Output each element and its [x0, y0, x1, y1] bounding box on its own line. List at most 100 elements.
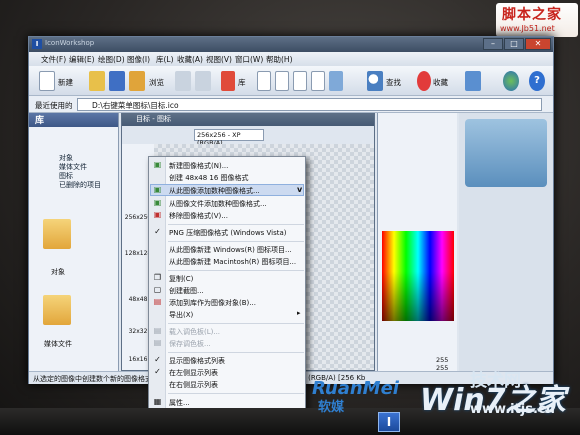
- menu-favorites[interactable]: 收藏(A): [177, 54, 203, 65]
- menu-image[interactable]: 图像(I): [127, 54, 150, 65]
- menu-item-png-compress[interactable]: PNG 压缩图像格式 (Windows Vista): [169, 228, 287, 238]
- context-menu: ▣ 新建图像格式(N)... 创建 48x48 16 图像格式 ▣ 从此图像添加…: [148, 156, 306, 412]
- menu-item-list-left[interactable]: 在左侧显示列表: [169, 368, 218, 378]
- watermark-jb51-url: www.Jb51.net: [500, 24, 555, 33]
- menu-edit[interactable]: 编辑(E): [69, 54, 95, 65]
- library-item-media[interactable]: 媒体文件: [44, 339, 72, 349]
- search-icon[interactable]: [367, 71, 383, 91]
- file-format-icon: ▣: [153, 198, 162, 207]
- library-label[interactable]: 库: [238, 77, 246, 88]
- separator: [168, 241, 304, 242]
- watermark-jb51-title: 脚本之家: [502, 7, 562, 23]
- properties-icon[interactable]: [329, 71, 343, 91]
- menu-library[interactable]: 库(L): [156, 54, 174, 65]
- monitor-icon[interactable]: [465, 71, 481, 91]
- delete-icon[interactable]: [311, 71, 325, 91]
- menu-item-create-48[interactable]: 创建 48x48 16 图像格式: [169, 173, 249, 183]
- menu-item-save-palette: 保存调色板...: [169, 340, 211, 348]
- save-icon[interactable]: [109, 71, 125, 91]
- document-title[interactable]: 目标 - 图标: [122, 114, 374, 126]
- menu-item-load-palette: 载入调色板(L)...: [169, 328, 221, 336]
- add-format-icon: ▣: [153, 160, 162, 169]
- folder-media-icon[interactable]: [43, 295, 71, 325]
- new-icon[interactable]: [39, 71, 55, 91]
- menu-item-new-mac-icon[interactable]: 从此图像新建 Macintosh(R) 图标项目...: [169, 257, 296, 267]
- close-button[interactable]: ✕: [525, 38, 551, 50]
- title-bar[interactable]: I IconWorkshop – □ ✕: [29, 37, 553, 52]
- open-icon[interactable]: [89, 71, 105, 91]
- document-toolbar: 256x256 - XP (RGB/A): [122, 126, 374, 147]
- separator: [168, 352, 304, 353]
- menu-view[interactable]: 视图(V): [206, 54, 232, 65]
- app-icon: I: [32, 39, 42, 49]
- minimize-button[interactable]: –: [483, 38, 503, 50]
- tree-item-deleted[interactable]: 已删除的项目: [59, 180, 101, 190]
- color-picker[interactable]: [382, 231, 454, 321]
- library-item-objects[interactable]: 对象: [51, 267, 65, 277]
- menu-item-show-format-list[interactable]: 显示图像格式列表: [169, 356, 225, 366]
- format-select[interactable]: 256x256 - XP (RGB/A): [194, 129, 264, 147]
- toolbar: 新建 浏览 库 查找 收藏 ?: [29, 66, 553, 96]
- menu-item-export[interactable]: 导出(X): [169, 310, 193, 320]
- menu-draw[interactable]: 绘图(D): [98, 54, 125, 65]
- left-list-check-icon: ✓: [154, 367, 161, 376]
- tools-palette: 255 255: [377, 113, 457, 372]
- watermark-ruanmei-cn: 软媒: [318, 400, 345, 415]
- path-field[interactable]: D:\右键菜单图标\目标.ico: [77, 98, 542, 111]
- menu-item-new-format[interactable]: 新建图像格式(N)...: [169, 161, 228, 171]
- multi-format-icon: ▣: [153, 185, 162, 194]
- separator: [168, 270, 304, 271]
- check-mark-icon: v: [297, 185, 303, 194]
- window-title: IconWorkshop: [45, 39, 95, 47]
- properties-icon: ▦: [153, 397, 162, 406]
- separator: [168, 323, 304, 324]
- menu-item-add-from-image[interactable]: 从此图像添加数种图像格式...: [169, 186, 260, 196]
- heart-icon[interactable]: [417, 71, 431, 91]
- cut-icon[interactable]: [257, 71, 271, 91]
- separator: [168, 393, 304, 394]
- iconworkshop-taskbar-icon[interactable]: I: [378, 412, 400, 432]
- menu-item-remove-format[interactable]: 移除图像格式(V)...: [169, 211, 228, 221]
- menu-item-list-right[interactable]: 在右侧显示列表: [169, 380, 218, 390]
- copy-icon: ❐: [153, 273, 162, 282]
- redo-icon[interactable]: [195, 71, 211, 91]
- menu-item-screenshot[interactable]: 创建截图...: [169, 286, 204, 296]
- menu-item-new-windows-icon[interactable]: 从此图像新建 Windows(R) 图标项目...: [169, 245, 292, 255]
- separator: [168, 224, 304, 225]
- menu-item-add-to-library[interactable]: 添加到库作为图像对象(B)...: [169, 298, 256, 308]
- menu-item-copy[interactable]: 复制(C): [169, 274, 193, 284]
- menu-file[interactable]: 文件(F): [41, 54, 66, 65]
- preview-panel: [459, 113, 553, 371]
- paste-icon[interactable]: [293, 71, 307, 91]
- library-icon[interactable]: [221, 71, 235, 91]
- undo-icon[interactable]: [175, 71, 191, 91]
- help-icon[interactable]: ?: [529, 71, 545, 91]
- save-palette-icon: ▤: [153, 338, 162, 347]
- copy-icon[interactable]: [275, 71, 289, 91]
- maximize-button[interactable]: □: [504, 38, 524, 50]
- recent-label: 最近使用的: [35, 101, 73, 110]
- watermark-itjs-url: www.itjs.cn: [470, 402, 555, 417]
- load-palette-icon: ▤: [153, 326, 162, 335]
- new-label[interactable]: 新建: [58, 77, 73, 88]
- menu-item-add-from-file[interactable]: 从图像文件添加数种图像格式...: [169, 199, 267, 209]
- folder-icon[interactable]: [129, 71, 145, 91]
- browse-label[interactable]: 浏览: [149, 77, 164, 88]
- screenshot-icon: ▢: [153, 285, 162, 294]
- library-header: 库: [29, 113, 118, 127]
- menu-window[interactable]: 窗口(W): [235, 54, 263, 65]
- folder-preview-icon: [465, 119, 547, 187]
- status-text: 从选定的图像中创建数个新的图像格式: [33, 375, 152, 383]
- watermark-jb51: 脚本之家 www.Jb51.net: [496, 3, 578, 37]
- menu-help[interactable]: 帮助(H): [266, 54, 293, 65]
- menu-item-properties[interactable]: 属性...: [169, 398, 190, 408]
- favorites-label[interactable]: 收藏: [433, 77, 448, 88]
- address-bar: 最近使用的 D:\右键菜单图标\目标.ico: [29, 96, 553, 113]
- show-list-check-icon: ✓: [154, 355, 161, 364]
- find-label[interactable]: 查找: [386, 77, 401, 88]
- menu-bar: 文件(F) 编辑(E) 绘图(D) 图像(I) 库(L) 收藏(A) 视图(V)…: [29, 52, 553, 66]
- watermark-jishuwang: 技术网: [470, 371, 521, 391]
- submenu-arrow-icon: ▸: [297, 309, 301, 317]
- globe-icon[interactable]: [503, 71, 519, 91]
- folder-objects-icon[interactable]: [43, 219, 71, 249]
